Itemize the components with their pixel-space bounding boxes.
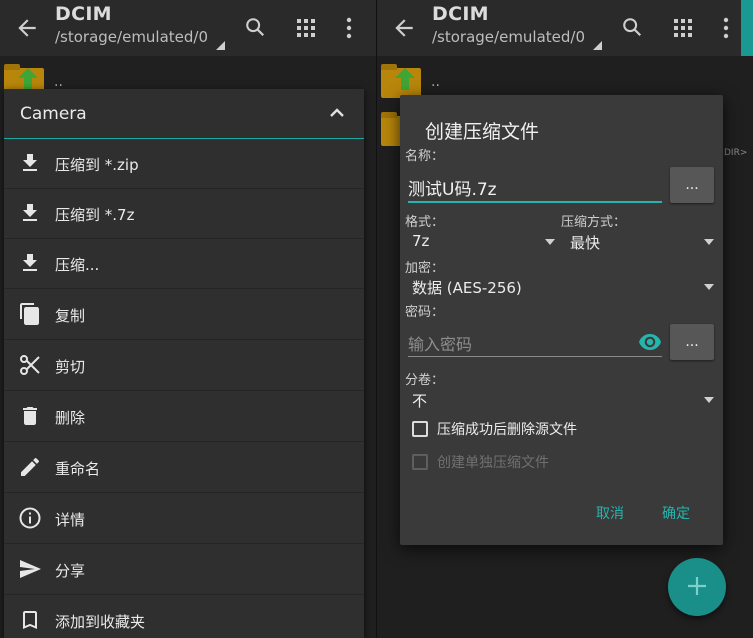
delete-source-checkbox[interactable] bbox=[412, 421, 428, 437]
volume-select[interactable]: 不 bbox=[412, 390, 427, 411]
menu-item-copy[interactable]: 复制 bbox=[4, 290, 364, 340]
bookmark-icon bbox=[23, 611, 37, 629]
menu-item-compress-7z[interactable]: 压缩到 *.7z bbox=[4, 189, 364, 239]
more-vert-icon[interactable] bbox=[721, 17, 731, 39]
back-arrow-icon[interactable] bbox=[14, 15, 40, 41]
download-icon bbox=[23, 254, 37, 271]
copy-icon bbox=[20, 303, 39, 325]
pencil-icon bbox=[21, 457, 39, 476]
up-arrow-icon bbox=[395, 68, 415, 90]
menu-item-compress[interactable]: 压缩... bbox=[4, 239, 364, 289]
right-app-bar: DCIM /storage/emulated/0 bbox=[377, 0, 753, 56]
scissors-icon bbox=[20, 355, 40, 375]
encrypt-dropdown-icon[interactable] bbox=[704, 284, 714, 290]
download-icon bbox=[23, 204, 37, 221]
menu-item-label: 重命名 bbox=[55, 460, 101, 478]
password-label: 密码： bbox=[405, 305, 445, 320]
menu-item-label: 压缩... bbox=[55, 256, 100, 274]
menu-item-compress-zip[interactable]: 压缩到 *.zip bbox=[4, 139, 364, 189]
cancel-button[interactable]: 取消 bbox=[596, 503, 624, 523]
format-select[interactable]: 7z bbox=[412, 232, 429, 250]
menu-item-label: 详情 bbox=[55, 511, 86, 529]
send-icon bbox=[20, 560, 41, 578]
create-archive-dialog: 创建压缩文件 名称： 测试U码.7z ... 格式： 7z 压缩方式： 最快 加… bbox=[400, 95, 723, 545]
menu-item-label: 复制 bbox=[55, 307, 86, 325]
search-icon[interactable] bbox=[244, 16, 266, 38]
path-dropdown-caret-icon[interactable] bbox=[593, 41, 602, 50]
search-icon[interactable] bbox=[621, 16, 643, 38]
separate-archive-checkbox bbox=[412, 454, 428, 470]
menu-item-delete[interactable]: 删除 bbox=[4, 392, 364, 442]
menu-item-share[interactable]: 分享 bbox=[4, 545, 364, 595]
method-label: 压缩方式： bbox=[561, 215, 627, 230]
name-label: 名称： bbox=[405, 149, 445, 164]
menu-item-label: 删除 bbox=[55, 409, 86, 427]
parent-folder-label: .. bbox=[54, 74, 63, 90]
browse-name-button[interactable]: ... bbox=[670, 167, 714, 203]
left-app-bar: DCIM /storage/emulated/0 bbox=[0, 0, 376, 56]
volume-label: 分卷： bbox=[405, 373, 445, 388]
parent-folder-label: .. bbox=[431, 74, 440, 90]
back-arrow-icon[interactable] bbox=[391, 15, 417, 41]
trash-icon bbox=[23, 407, 37, 425]
eye-icon[interactable] bbox=[638, 333, 662, 351]
download-icon bbox=[23, 154, 37, 171]
info-icon bbox=[19, 507, 41, 529]
context-menu-header: Camera bbox=[4, 89, 364, 139]
password-options-button[interactable]: ... bbox=[670, 324, 714, 360]
dir-tag: DIR> bbox=[724, 148, 748, 158]
more-vert-icon[interactable] bbox=[344, 17, 354, 39]
plus-icon bbox=[688, 577, 706, 595]
left-pane: DCIM /storage/emulated/0 .. Camera 压缩到 *… bbox=[0, 0, 376, 638]
context-menu: Camera 压缩到 *.zip 压缩到 *.7z 压缩... 复制 剪切 删除… bbox=[4, 89, 364, 638]
method-dropdown-icon[interactable] bbox=[704, 239, 714, 245]
folder-path[interactable]: /storage/emulated/0 bbox=[432, 28, 585, 46]
folder-title: DCIM bbox=[432, 3, 489, 25]
menu-item-label: 分享 bbox=[55, 562, 86, 580]
up-arrow-icon bbox=[18, 68, 38, 90]
archive-name-input[interactable]: 测试U码.7z bbox=[408, 171, 662, 203]
menu-item-rename[interactable]: 重命名 bbox=[4, 443, 364, 493]
volume-dropdown-icon[interactable] bbox=[704, 397, 714, 403]
ok-button[interactable]: 确定 bbox=[662, 503, 690, 523]
menu-item-label: 压缩到 *.zip bbox=[55, 156, 139, 174]
format-label: 格式： bbox=[405, 215, 445, 230]
encrypt-label: 加密： bbox=[405, 261, 445, 276]
password-input[interactable]: 输入密码 bbox=[408, 327, 662, 357]
menu-item-cut[interactable]: 剪切 bbox=[4, 341, 364, 391]
chevron-up-icon[interactable] bbox=[329, 106, 345, 118]
dialog-title: 创建压缩文件 bbox=[425, 121, 540, 143]
method-select[interactable]: 最快 bbox=[570, 232, 600, 253]
delete-source-label[interactable]: 压缩成功后删除源文件 bbox=[437, 419, 577, 439]
menu-item-label: 剪切 bbox=[55, 358, 86, 376]
menu-item-label: 添加到收藏夹 bbox=[55, 613, 146, 631]
menu-item-add-bookmark[interactable]: 添加到收藏夹 bbox=[4, 596, 364, 638]
add-fab-button[interactable] bbox=[668, 558, 726, 616]
folder-title: DCIM bbox=[55, 3, 112, 25]
encrypt-select[interactable]: 数据 (AES-256) bbox=[412, 277, 522, 298]
menu-item-details[interactable]: 详情 bbox=[4, 494, 364, 544]
grid-view-icon[interactable] bbox=[296, 18, 316, 38]
format-dropdown-icon[interactable] bbox=[545, 239, 555, 245]
path-dropdown-caret-icon[interactable] bbox=[216, 41, 225, 50]
context-menu-title: Camera bbox=[20, 104, 87, 124]
grid-view-icon[interactable] bbox=[673, 18, 693, 38]
menu-item-label: 压缩到 *.7z bbox=[55, 206, 135, 224]
separate-archive-label: 创建单独压缩文件 bbox=[437, 455, 549, 471]
edge-strip bbox=[741, 0, 753, 56]
folder-path[interactable]: /storage/emulated/0 bbox=[55, 28, 208, 46]
